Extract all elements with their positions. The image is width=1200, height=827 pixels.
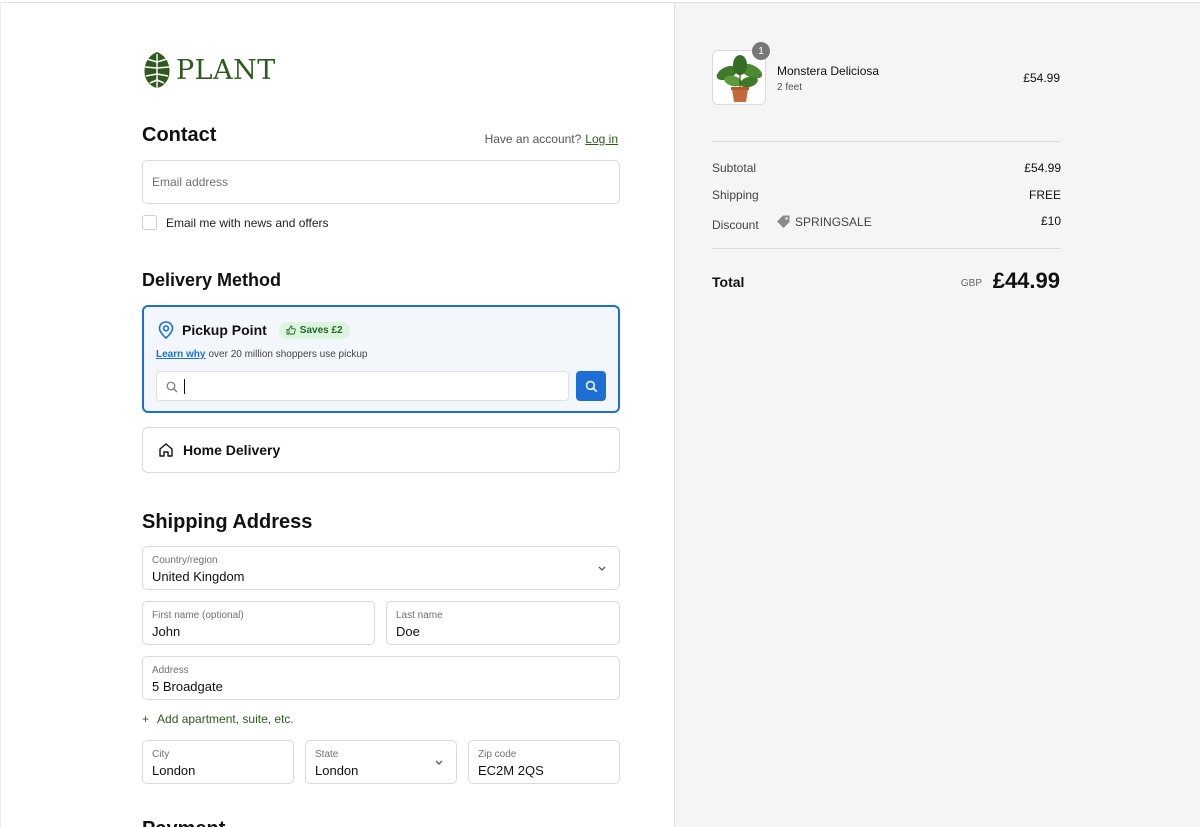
discount-left: Discount SPRINGSALE <box>712 214 872 233</box>
add-apartment-link[interactable]: + Add apartment, suite, etc. <box>142 712 294 726</box>
discount-code-text: SPRINGSALE <box>795 214 872 229</box>
email-field[interactable]: Email address <box>142 160 620 204</box>
brand-name: PLANT <box>176 54 276 86</box>
discount-row: Discount SPRINGSALE £10 <box>712 214 1061 232</box>
learn-why-link[interactable]: Learn why <box>156 349 205 360</box>
state-select[interactable]: State London <box>305 740 457 784</box>
pickup-title: Pickup Point <box>182 322 267 338</box>
first-name-label: First name (optional) <box>152 610 244 621</box>
country-select[interactable]: Country/region United Kingdom <box>142 546 620 590</box>
total-label: Total <box>712 274 745 290</box>
address-value: 5 Broadgate <box>152 679 223 694</box>
monstera-leaf-icon <box>144 52 170 88</box>
brand-logo[interactable]: PLANT <box>142 50 276 90</box>
product-price: £54.99 <box>1023 71 1060 85</box>
discount-value: £10 <box>1040 214 1061 228</box>
pickup-search-button[interactable] <box>576 371 606 401</box>
pickup-point-option[interactable]: Pickup Point Saves £2 Learn why over 20 m… <box>142 305 620 413</box>
home-icon <box>159 443 173 457</box>
subtotal-row: Subtotal £54.99 <box>712 161 1061 175</box>
country-value: United Kingdom <box>152 569 245 584</box>
account-prompt: Have an account? Log in <box>485 132 618 146</box>
zip-field[interactable]: Zip code EC2M 2QS <box>468 740 620 784</box>
location-pin-icon <box>158 321 174 339</box>
chevron-down-icon <box>598 566 606 571</box>
newsletter-option[interactable]: Email me with news and offers <box>142 215 329 230</box>
subtotal-value: £54.99 <box>1024 161 1061 175</box>
thumbs-up-icon <box>286 325 296 335</box>
plus-icon: + <box>142 712 150 726</box>
savings-badge: Saves £2 <box>278 321 350 339</box>
shipping-label: Shipping <box>712 188 759 202</box>
city-label: City <box>152 749 170 760</box>
zip-label: Zip code <box>478 749 517 760</box>
add-apartment-label: Add apartment, suite, etc. <box>157 712 294 726</box>
total-currency: GBP <box>960 278 982 289</box>
address-label: Address <box>152 665 189 676</box>
chevron-down-icon <box>435 760 443 765</box>
payment-heading: Payment <box>142 818 225 827</box>
savings-badge-text: Saves £2 <box>299 324 343 336</box>
checkout-form-panel: PLANT Contact Have an account? Log in Ema… <box>0 3 674 827</box>
newsletter-checkbox[interactable] <box>142 215 157 230</box>
discount-label: Discount <box>712 218 759 232</box>
first-name-field[interactable]: First name (optional) John <box>142 601 375 645</box>
home-delivery-option[interactable]: Home Delivery <box>142 427 620 473</box>
checkout-page: PLANT Contact Have an account? Log in Ema… <box>0 2 1200 827</box>
pickup-search-input[interactable] <box>156 371 569 401</box>
address-field[interactable]: Address 5 Broadgate <box>142 656 620 700</box>
pickup-header: Pickup Point Saves £2 <box>158 321 350 339</box>
email-placeholder: Email address <box>152 175 229 189</box>
last-name-field[interactable]: Last name Doe <box>386 601 620 645</box>
state-value: London <box>315 763 359 778</box>
first-name-value: John <box>152 624 181 639</box>
last-name-label: Last name <box>396 610 443 621</box>
country-label: Country/region <box>152 555 218 566</box>
tag-icon <box>777 215 790 228</box>
account-prompt-text: Have an account? <box>484 132 582 146</box>
discount-code: SPRINGSALE <box>776 214 872 229</box>
product-variant: 2 feet <box>777 82 803 93</box>
total-divider <box>712 248 1061 249</box>
pickup-subtitle: Learn why over 20 million shoppers use pi… <box>156 349 367 360</box>
login-link[interactable]: Log in <box>585 132 618 146</box>
shipping-row: Shipping FREE <box>712 188 1061 202</box>
text-cursor <box>184 379 185 394</box>
quantity-badge: 1 <box>752 42 770 60</box>
search-icon <box>166 381 178 393</box>
city-value: London <box>152 763 196 778</box>
contact-heading: Contact <box>142 124 217 146</box>
subtotal-label: Subtotal <box>712 161 757 175</box>
order-summary-panel: 1 Monstera Deliciosa 2 feet £54.99 Subto… <box>674 3 1200 827</box>
newsletter-label: Email me with news and offers <box>166 215 329 230</box>
city-field[interactable]: City London <box>142 740 294 784</box>
product-name: Monstera Deliciosa <box>777 64 880 78</box>
shipping-heading: Shipping Address <box>142 511 313 533</box>
zip-value: EC2M 2QS <box>478 763 544 778</box>
state-label: State <box>315 749 339 760</box>
pickup-subtitle-text: over 20 million shoppers use pickup <box>208 349 368 360</box>
search-icon <box>585 380 597 392</box>
delivery-heading: Delivery Method <box>142 270 282 290</box>
home-delivery-label: Home Delivery <box>183 442 281 458</box>
total-amount: £44.99 <box>992 268 1060 293</box>
last-name-value: Doe <box>396 624 420 639</box>
summary-divider <box>712 141 1061 142</box>
shipping-value: FREE <box>1028 188 1061 202</box>
